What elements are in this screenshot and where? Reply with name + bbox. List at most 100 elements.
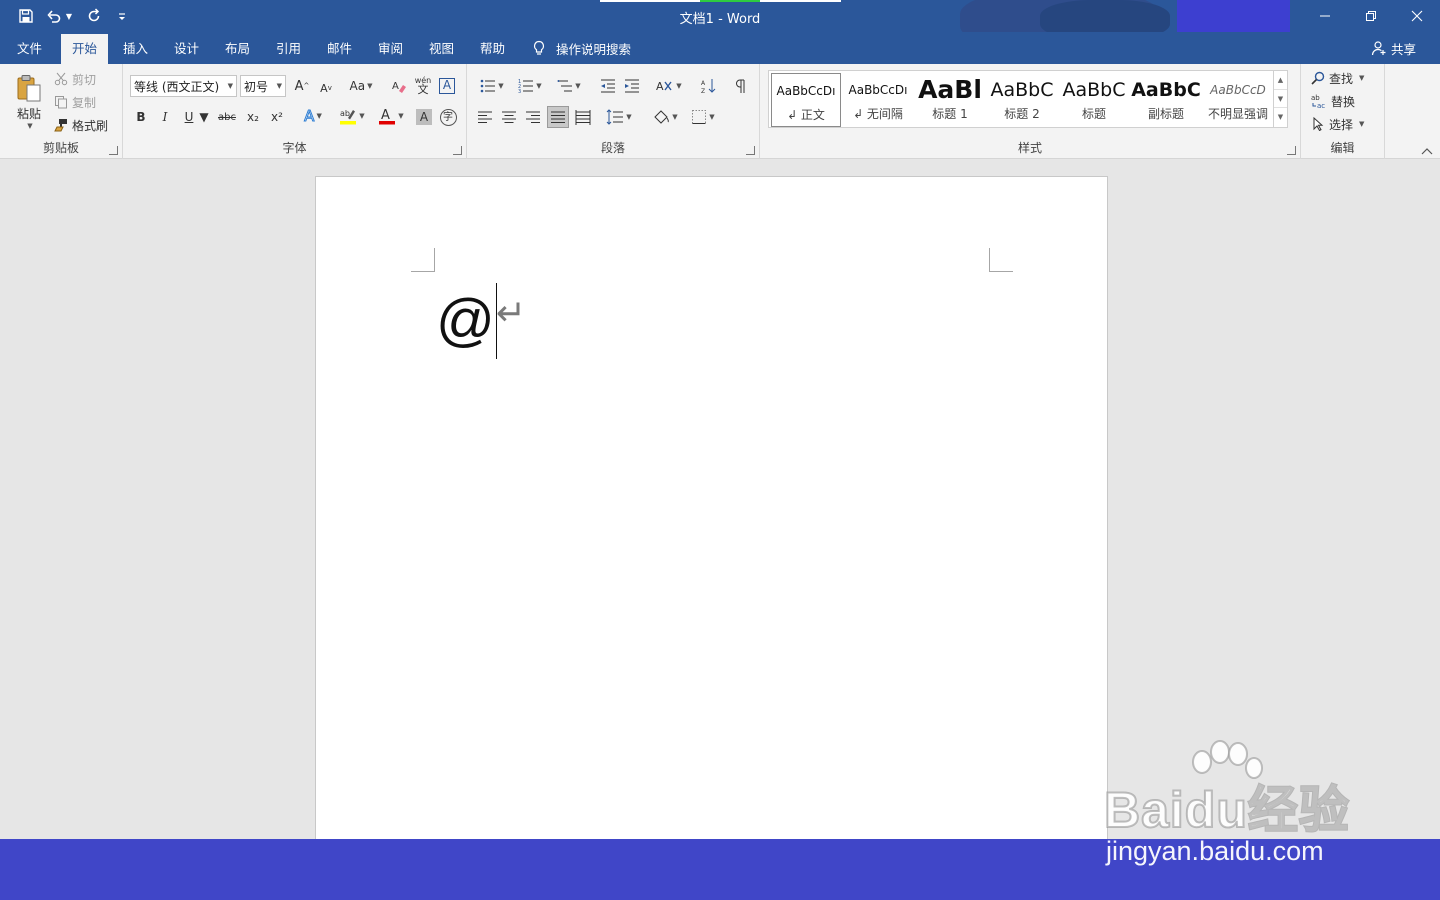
- bullets-button[interactable]: ▼: [477, 76, 507, 96]
- multilevel-list-button[interactable]: ▼: [553, 76, 585, 96]
- line-spacing-icon: [606, 109, 624, 125]
- share-button[interactable]: 共享: [1371, 32, 1416, 64]
- tell-me-search[interactable]: 操作说明搜索: [532, 32, 631, 64]
- styles-gallery: AaBbCcDı ↲ 正文 AaBbCcDı ↲ 无间隔 AaBl 标题 1 A…: [768, 70, 1288, 128]
- tab-design[interactable]: 设计: [163, 34, 210, 64]
- increase-indent-button[interactable]: [622, 76, 642, 96]
- document-page[interactable]: @ ↵: [315, 176, 1108, 839]
- superscript-button[interactable]: x²: [267, 107, 287, 127]
- cursor-arrow-icon: [1313, 117, 1324, 131]
- character-shading-icon: A: [416, 109, 432, 125]
- strikethrough-button[interactable]: abc: [217, 107, 237, 127]
- style-subtitle[interactable]: AaBbC 副标题: [1131, 73, 1201, 127]
- phonetic-guide-button[interactable]: wén 文: [413, 75, 433, 95]
- subscript-button[interactable]: x₂: [243, 107, 263, 127]
- style-name: 不明显强调: [1207, 107, 1268, 121]
- gallery-down-icon[interactable]: ▼: [1274, 90, 1287, 109]
- style-subtle-emphasis[interactable]: AaBbCcD 不明显强调: [1203, 73, 1273, 127]
- shading-button[interactable]: ▼: [649, 107, 681, 127]
- eraser-icon: A: [392, 81, 406, 93]
- numbering-button[interactable]: 1 2 3 ▼: [515, 76, 545, 96]
- align-left-icon: [478, 111, 492, 123]
- distributed-button[interactable]: [573, 107, 593, 127]
- styles-launcher-icon[interactable]: [1287, 146, 1296, 155]
- tab-review[interactable]: 审阅: [367, 34, 414, 64]
- change-case-button[interactable]: Aa ▼: [345, 76, 377, 96]
- tab-references[interactable]: 引用: [265, 34, 312, 64]
- gallery-more-icon[interactable]: ▼: [1274, 108, 1287, 127]
- clipboard-launcher-icon[interactable]: [109, 146, 118, 155]
- corner-mark: [411, 248, 435, 272]
- underline-dropdown-icon[interactable]: ▼: [199, 107, 209, 127]
- font-launcher-icon[interactable]: [453, 146, 462, 155]
- character-border-icon: A: [439, 78, 455, 94]
- italic-button[interactable]: I: [155, 107, 175, 127]
- style-heading-2[interactable]: AaBbC 标题 2: [987, 73, 1057, 127]
- font-group-label: 字体: [282, 141, 307, 155]
- style-normal[interactable]: AaBbCcDı ↲ 正文: [771, 73, 841, 127]
- justify-button[interactable]: [547, 106, 569, 128]
- style-heading-1[interactable]: AaBl 标题 1: [915, 73, 985, 127]
- cut-button[interactable]: 剪切: [54, 69, 96, 89]
- tab-mailings[interactable]: 邮件: [316, 34, 363, 64]
- multilevel-list-icon: [557, 80, 573, 92]
- align-center-button[interactable]: [499, 107, 519, 127]
- paragraph-launcher-icon[interactable]: [746, 146, 755, 155]
- paste-button[interactable]: 粘贴 ▼: [8, 68, 50, 134]
- character-shading-button[interactable]: A: [414, 107, 434, 127]
- svg-text:Z: Z: [701, 88, 705, 94]
- vertical-scrollbar[interactable]: [1428, 159, 1440, 839]
- chinese-layout-button[interactable]: A ▼: [653, 76, 685, 96]
- numbering-icon: 123: [518, 79, 534, 94]
- paragraph-mark-icon: [736, 79, 745, 93]
- close-icon[interactable]: [1394, 0, 1440, 32]
- tab-view[interactable]: 视图: [418, 34, 465, 64]
- grow-font-button[interactable]: A ^: [292, 76, 312, 96]
- format-painter-button[interactable]: 格式刷: [54, 115, 108, 135]
- highlight-button[interactable]: ab ▼: [335, 106, 369, 126]
- align-left-button[interactable]: [475, 107, 495, 127]
- sort-icon: AZ: [701, 79, 716, 94]
- shrink-font-button[interactable]: Av: [316, 78, 336, 98]
- character-border-button[interactable]: A: [437, 76, 457, 96]
- gallery-up-icon[interactable]: ▲: [1274, 71, 1287, 90]
- title-accent-line: [700, 0, 760, 2]
- tab-file[interactable]: 文件: [6, 34, 53, 64]
- document-text[interactable]: @ ↵: [436, 283, 526, 359]
- align-right-button[interactable]: [523, 107, 543, 127]
- font-color-button[interactable]: A ▼: [375, 106, 407, 126]
- decrease-indent-button[interactable]: [598, 76, 618, 96]
- copy-button[interactable]: 复制: [54, 92, 96, 112]
- enclose-characters-button[interactable]: 字: [438, 107, 458, 127]
- select-button[interactable]: 选择 ▼: [1311, 114, 1364, 134]
- font-name-value: 等线 (西文正文): [134, 79, 220, 94]
- minimize-icon[interactable]: [1302, 0, 1348, 32]
- share-label: 共享: [1390, 41, 1416, 57]
- text-effects-button[interactable]: A ▼: [297, 106, 329, 126]
- show-marks-button[interactable]: [730, 76, 750, 96]
- borders-button[interactable]: ▼: [687, 107, 719, 127]
- paste-label: 粘贴: [16, 106, 41, 121]
- underline-button[interactable]: U: [179, 107, 199, 127]
- collapse-ribbon-icon[interactable]: [1420, 145, 1434, 155]
- style-no-spacing[interactable]: AaBbCcDı ↲ 无间隔: [843, 73, 913, 127]
- replace-icon: abac: [1311, 94, 1325, 109]
- replace-button[interactable]: ab ac 替换: [1311, 91, 1355, 111]
- tab-layout[interactable]: 布局: [214, 34, 261, 64]
- style-title[interactable]: AaBbC 标题: [1059, 73, 1129, 127]
- find-button[interactable]: 查找 ▼: [1311, 68, 1364, 88]
- tab-insert[interactable]: 插入: [112, 34, 159, 64]
- restore-icon[interactable]: [1348, 0, 1394, 32]
- sort-button[interactable]: AZ: [699, 76, 719, 96]
- line-spacing-button[interactable]: ▼: [603, 107, 635, 127]
- at-sign-text: @: [436, 288, 495, 353]
- clear-formatting-button[interactable]: A: [389, 76, 409, 96]
- font-name-combo[interactable]: 等线 (西文正文) ▼: [130, 75, 237, 97]
- bold-button[interactable]: B: [131, 107, 151, 127]
- tab-help[interactable]: 帮助: [469, 34, 516, 64]
- align-right-icon: [526, 111, 540, 123]
- svg-text:A: A: [392, 81, 399, 92]
- tab-home[interactable]: 开始: [61, 34, 109, 64]
- svg-text:ab: ab: [340, 109, 350, 118]
- font-size-combo[interactable]: 初号 ▼: [240, 75, 286, 97]
